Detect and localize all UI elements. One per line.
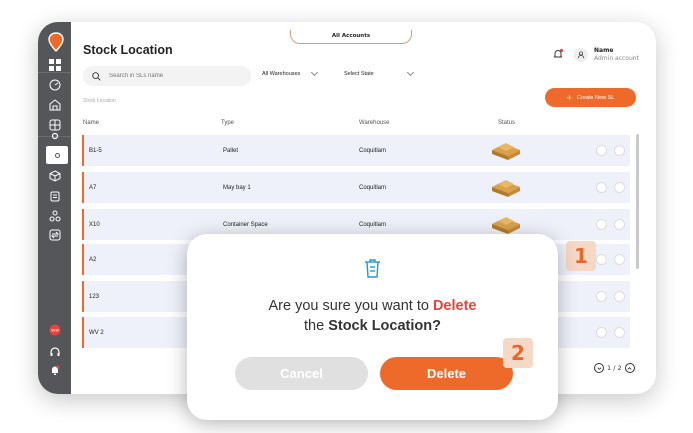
create-new-sl-button[interactable]: + Create New SL: [545, 88, 636, 107]
pallet-status-icon: [492, 180, 520, 197]
transfer-icon[interactable]: [45, 225, 64, 244]
step-marker-2: 2: [503, 338, 533, 368]
table-scrollbar[interactable]: [636, 134, 639, 269]
sidebar-divider: [38, 72, 71, 73]
search-box[interactable]: [83, 66, 251, 86]
user-role: Admin account: [594, 55, 639, 62]
user-name: Name: [594, 47, 614, 54]
row-type: May bay 1: [223, 184, 251, 191]
delete-row-icon[interactable]: [596, 219, 607, 230]
chevron-down-icon[interactable]: [594, 363, 604, 373]
edit-row-icon[interactable]: [614, 182, 625, 193]
chevron-down-icon: [311, 68, 319, 77]
column-header-type[interactable]: Type: [221, 120, 234, 126]
delete-row-icon[interactable]: [596, 145, 607, 156]
delete-button[interactable]: Delete: [380, 357, 513, 390]
edit-row-icon[interactable]: [614, 327, 625, 338]
gauge-icon[interactable]: [45, 75, 64, 94]
dialog-line2-prefix: the: [304, 318, 329, 334]
new-badge-icon: NEW: [45, 320, 64, 339]
warehouse-select-value: All Warehouses: [262, 71, 301, 77]
dialog-delete-highlight: Delete: [432, 298, 477, 314]
dialog-line1-prefix: Are you sure you want to: [268, 298, 433, 314]
column-header-status[interactable]: Status: [498, 120, 515, 126]
row-warehouse: Coquitlam: [359, 184, 387, 191]
logo-icon: [48, 32, 64, 52]
warehouse-icon[interactable]: [45, 95, 64, 114]
chevron-down-icon: [406, 68, 414, 77]
row-warehouse: Coquitlam: [359, 147, 387, 154]
all-accounts-tab[interactable]: All Accounts: [290, 30, 412, 44]
dialog-message: Are you sure you want to Delete the Stoc…: [187, 296, 558, 336]
plus-icon: +: [566, 92, 572, 103]
delete-row-icon[interactable]: [596, 327, 607, 338]
sidebar: NEW: [38, 22, 71, 394]
search-input[interactable]: [109, 73, 239, 79]
edit-row-icon[interactable]: [614, 145, 625, 156]
column-header-warehouse[interactable]: Warehouse: [359, 120, 389, 126]
row-name: A2: [89, 256, 97, 263]
delete-confirm-dialog: Are you sure you want to Delete the Stoc…: [187, 234, 558, 420]
clipboard-icon[interactable]: [45, 186, 64, 205]
row-type: Pallet: [223, 147, 239, 154]
breadcrumb: Stock Location: [83, 98, 116, 104]
row-type: Container Space: [223, 221, 268, 228]
edit-row-icon[interactable]: [614, 219, 625, 230]
sidebar-item-stock-location[interactable]: [46, 146, 68, 164]
user-icon: [577, 51, 585, 59]
location-dot-icon[interactable]: [45, 126, 64, 145]
chevron-up-icon[interactable]: [624, 363, 635, 373]
create-button-label: Create New SL: [576, 94, 615, 101]
notification-bell-icon[interactable]: [552, 48, 564, 60]
avatar[interactable]: [574, 48, 588, 62]
row-name: A7: [89, 184, 97, 191]
row-warehouse: Coquitlam: [359, 221, 387, 228]
step-marker-1: 1: [566, 241, 596, 271]
pallet-status-icon: [492, 217, 520, 234]
edit-row-icon[interactable]: [614, 291, 625, 302]
page-indicator: 1 / 2: [607, 364, 622, 372]
box-icon[interactable]: [45, 166, 64, 185]
row-name: WV 2: [89, 329, 104, 336]
edit-row-icon[interactable]: [614, 254, 625, 265]
network-icon[interactable]: [45, 206, 64, 225]
delete-row-icon[interactable]: [596, 291, 607, 302]
svg-text:NEW: NEW: [50, 328, 59, 332]
column-header-name[interactable]: Name: [83, 120, 99, 126]
pagination: 1 / 2: [594, 363, 635, 373]
search-icon: [92, 71, 101, 81]
cancel-button[interactable]: Cancel: [235, 357, 368, 390]
warehouse-select[interactable]: All Warehouses: [262, 68, 319, 77]
dialog-subject: Stock Location?: [328, 318, 441, 334]
notification-bell-icon[interactable]: [45, 360, 64, 379]
location-dot-icon: [54, 152, 60, 158]
row-name: X10: [89, 221, 100, 228]
delete-row-icon[interactable]: [596, 254, 607, 265]
state-select-value: Select State: [344, 71, 374, 77]
state-select[interactable]: Select State: [344, 68, 414, 77]
table-row[interactable]: A7 May bay 1 Coquitlam: [82, 172, 630, 203]
row-name: 123: [89, 293, 100, 300]
trash-icon: [365, 259, 380, 278]
page-title: Stock Location: [83, 43, 173, 57]
row-name: B1-5: [89, 147, 102, 154]
pallet-status-icon: [492, 143, 520, 160]
headset-icon[interactable]: [45, 342, 64, 361]
delete-row-icon[interactable]: [596, 182, 607, 193]
table-row[interactable]: B1-5 Pallet Coquitlam: [82, 135, 630, 166]
